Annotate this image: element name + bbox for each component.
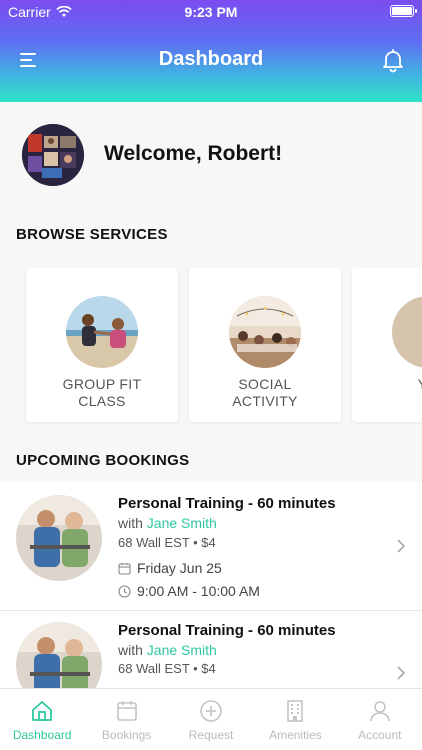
service-label: GROUP FIT CLASS [62,376,142,409]
tab-account[interactable]: Account [338,689,422,750]
service-label: YO [352,376,422,393]
booking-date: Friday Jun 25 [118,560,222,576]
booking-item[interactable]: Personal Training - 60 minutes with Jane… [0,482,422,610]
home-icon [32,701,53,721]
tab-label: Dashboard [12,728,72,742]
page-title: Dashboard [158,48,264,70]
booking-title: Personal Training - 60 minutes [118,495,336,512]
tab-dashboard[interactable]: Dashboard [0,689,84,750]
tab-label: Bookings [101,728,152,742]
tab-label: Amenities [269,728,322,742]
tab-bar: Dashboard Bookings Request Amenities Acc… [0,688,422,750]
calendar-icon [116,701,137,721]
booking-trainer: with Jane Smith [118,642,217,658]
building-icon [287,700,304,722]
battery-icon [390,5,417,17]
chevron-right-icon[interactable] [396,666,406,680]
bell-icon[interactable] [380,47,406,73]
app-header: Carrier 9:23 PM Dashboard [0,0,422,102]
welcome-message: Welcome, Robert! [104,142,283,165]
trainer-name[interactable]: Jane Smith [147,642,217,658]
tab-label: Request [188,728,234,742]
booking-time: 9:00 AM - 10:00 AM [118,583,260,599]
booking-location: 68 Wall EST • $4 [118,535,216,550]
browse-services-heading: BROWSE SERVICES [16,226,168,243]
service-label: SOCIAL ACTIVITY [232,376,298,409]
calendar-icon [118,562,131,575]
service-image [229,296,301,368]
person-icon [370,701,390,722]
booking-trainer: with Jane Smith [118,515,217,531]
tab-amenities[interactable]: Amenities [253,689,337,750]
service-image [66,296,138,368]
avatar[interactable] [22,124,84,186]
welcome-section: Welcome, Robert! [0,102,422,202]
service-card-group-fit[interactable]: GROUP FIT CLASS [26,268,178,422]
service-image [392,296,422,368]
booking-location: 68 Wall EST • $4 [118,661,216,676]
clock-icon [118,584,131,598]
tab-label: Account [358,728,402,742]
booking-title: Personal Training - 60 minutes [118,622,336,639]
chevron-right-icon[interactable] [396,539,406,553]
status-time: 9:23 PM [184,4,238,20]
upcoming-bookings-heading: UPCOMING BOOKINGS [16,452,190,469]
service-card-social-activity[interactable]: SOCIAL ACTIVITY [189,268,341,422]
service-card-yoga[interactable]: YO [352,268,422,422]
services-carousel[interactable]: GROUP FIT CLASS SOCIAL ACTIVITY [0,268,422,424]
trainer-name[interactable]: Jane Smith [147,515,217,531]
tab-request[interactable]: Request [169,689,253,750]
tab-bookings[interactable]: Bookings [84,689,168,750]
status-bar: Carrier 9:23 PM [0,0,422,24]
booking-item[interactable]: Personal Training - 60 minutes with Jane… [0,611,422,708]
nav-bar: Dashboard [0,40,422,80]
trainer-photo [16,495,102,581]
plus-circle-icon [200,700,222,722]
